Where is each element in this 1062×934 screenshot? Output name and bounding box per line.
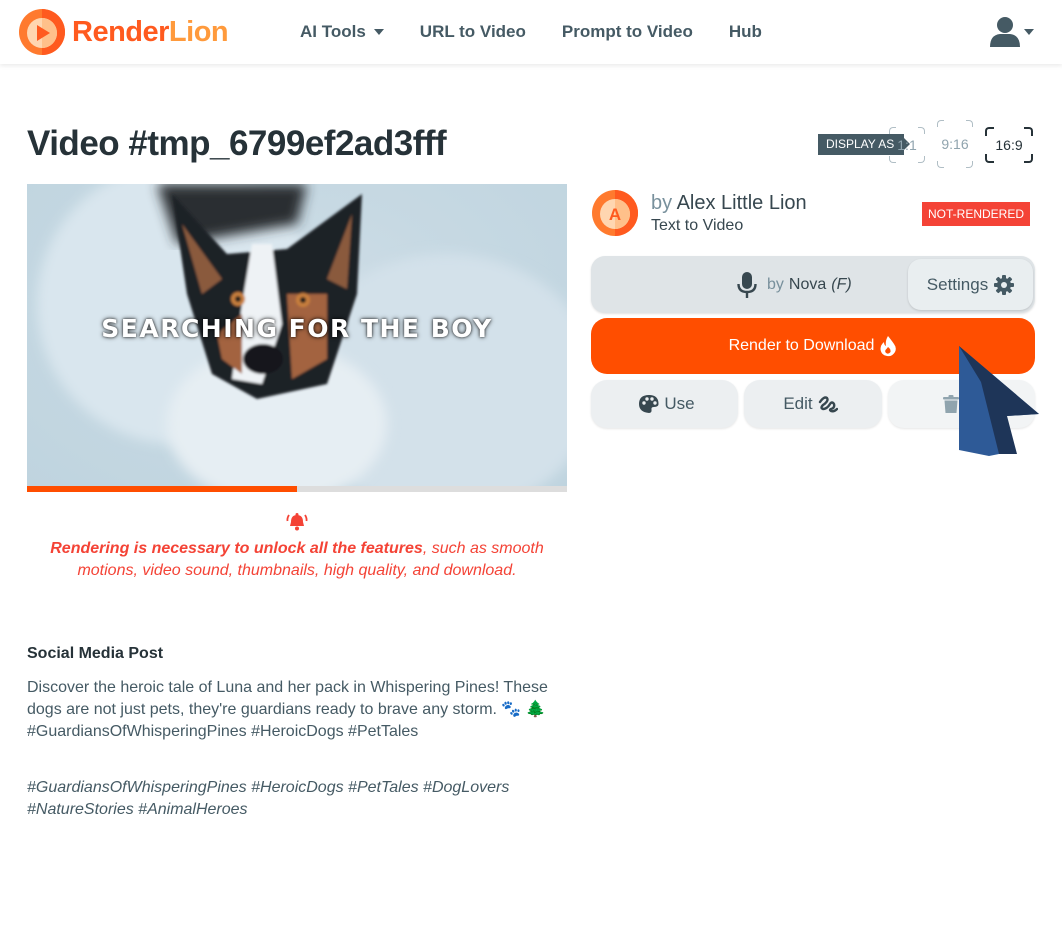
nav-url-to-video[interactable]: URL to Video — [420, 22, 526, 42]
author-name[interactable]: Alex Little Lion — [677, 192, 807, 214]
video-type: Text to Video — [651, 217, 744, 234]
page-title: Video #tmp_6799ef2ad3fff — [27, 124, 447, 163]
lion-logo-icon — [19, 9, 65, 55]
avatar-letter: A — [609, 205, 621, 224]
social-post-tags: #GuardiansOfWhisperingPines #HeroicDogs … — [27, 779, 510, 818]
settings-label: Settings — [926, 274, 989, 294]
nav-ai-tools[interactable]: AI Tools — [300, 22, 384, 42]
render-to-download-button[interactable]: Render to Download — [591, 318, 1035, 374]
delete-button[interactable]: De — [888, 380, 1035, 428]
brand-name-part2: Lion — [168, 15, 229, 48]
render-notice: Rendering is necessary to unlock all the… — [27, 512, 567, 582]
nav-ai-tools-label: AI Tools — [300, 22, 366, 41]
video-progress-fill — [27, 486, 297, 492]
caret-down-icon — [373, 29, 384, 35]
ratio-9-16-label: 9:16 — [941, 136, 969, 152]
trash-icon — [942, 395, 959, 413]
voice-by-label: by — [767, 275, 784, 293]
user-menu[interactable] — [988, 16, 1034, 48]
ratio-9-16-button[interactable]: 9:16 — [937, 120, 973, 168]
render-label: Render to Download — [728, 337, 875, 354]
video-preview[interactable]: SEARCHING FOR THE BOY — [27, 184, 567, 486]
status-badge: NOT-RENDERED — [922, 202, 1031, 226]
video-caption: SEARCHING FOR THE BOY — [101, 314, 493, 343]
nav-prompt-to-video-label: Prompt to Video — [561, 22, 693, 41]
microphone-icon — [737, 271, 757, 298]
nav-prompt-to-video[interactable]: Prompt to Video — [562, 22, 693, 42]
use-button[interactable]: Use — [591, 380, 738, 428]
notice-bold-text: Rendering is necessary to unlock all the… — [50, 540, 423, 557]
ratio-1-1-label: 1:1 — [897, 137, 917, 153]
brand-name-part1: Render — [72, 15, 169, 48]
gear-icon — [994, 274, 1015, 295]
brand-name: RenderLion — [72, 15, 229, 49]
nav-hub[interactable]: Hub — [729, 22, 762, 42]
social-post-body: Discover the heroic tale of Luna and her… — [27, 679, 548, 740]
voice-bar: by Nova (F) Settings — [591, 256, 1035, 313]
caret-down-icon — [1024, 29, 1034, 35]
use-label: Use — [664, 394, 695, 413]
author-avatar[interactable]: A — [591, 189, 639, 237]
video-progress-bar[interactable] — [27, 486, 567, 492]
nav-links: AI Tools URL to Video Prompt to Video Hu… — [300, 0, 798, 64]
palette-icon — [639, 395, 659, 413]
signature-icon — [818, 396, 838, 413]
fire-icon — [880, 336, 897, 357]
voice-name: Nova — [788, 275, 827, 293]
bell-icon — [286, 513, 308, 531]
settings-button[interactable]: Settings — [908, 259, 1033, 310]
ratio-16-9-button[interactable]: 16:9 — [985, 127, 1033, 163]
ratio-1-1-button[interactable]: 1:1 — [889, 127, 925, 163]
ratio-16-9-label: 16:9 — [995, 137, 1023, 153]
voice-selector[interactable]: by Nova (F) — [737, 256, 852, 313]
delete-label: De — [963, 394, 986, 413]
logo[interactable]: RenderLion — [18, 8, 229, 56]
edit-button[interactable]: Edit — [744, 380, 882, 428]
nav-hub-label: Hub — [728, 22, 762, 41]
nav-url-to-video-label: URL to Video — [419, 22, 526, 41]
author-by-label: by — [651, 192, 673, 214]
author-name-line: by Alex Little Lion — [651, 190, 807, 216]
navbar: RenderLion AI Tools URL to Video Prompt … — [0, 0, 1062, 64]
edit-label: Edit — [783, 394, 813, 413]
author-info: A by Alex Little Lion Text to Video — [591, 189, 807, 237]
social-post-heading: Social Media Post — [27, 645, 164, 662]
voice-gender: (F) — [831, 275, 852, 293]
user-icon — [990, 17, 1020, 47]
